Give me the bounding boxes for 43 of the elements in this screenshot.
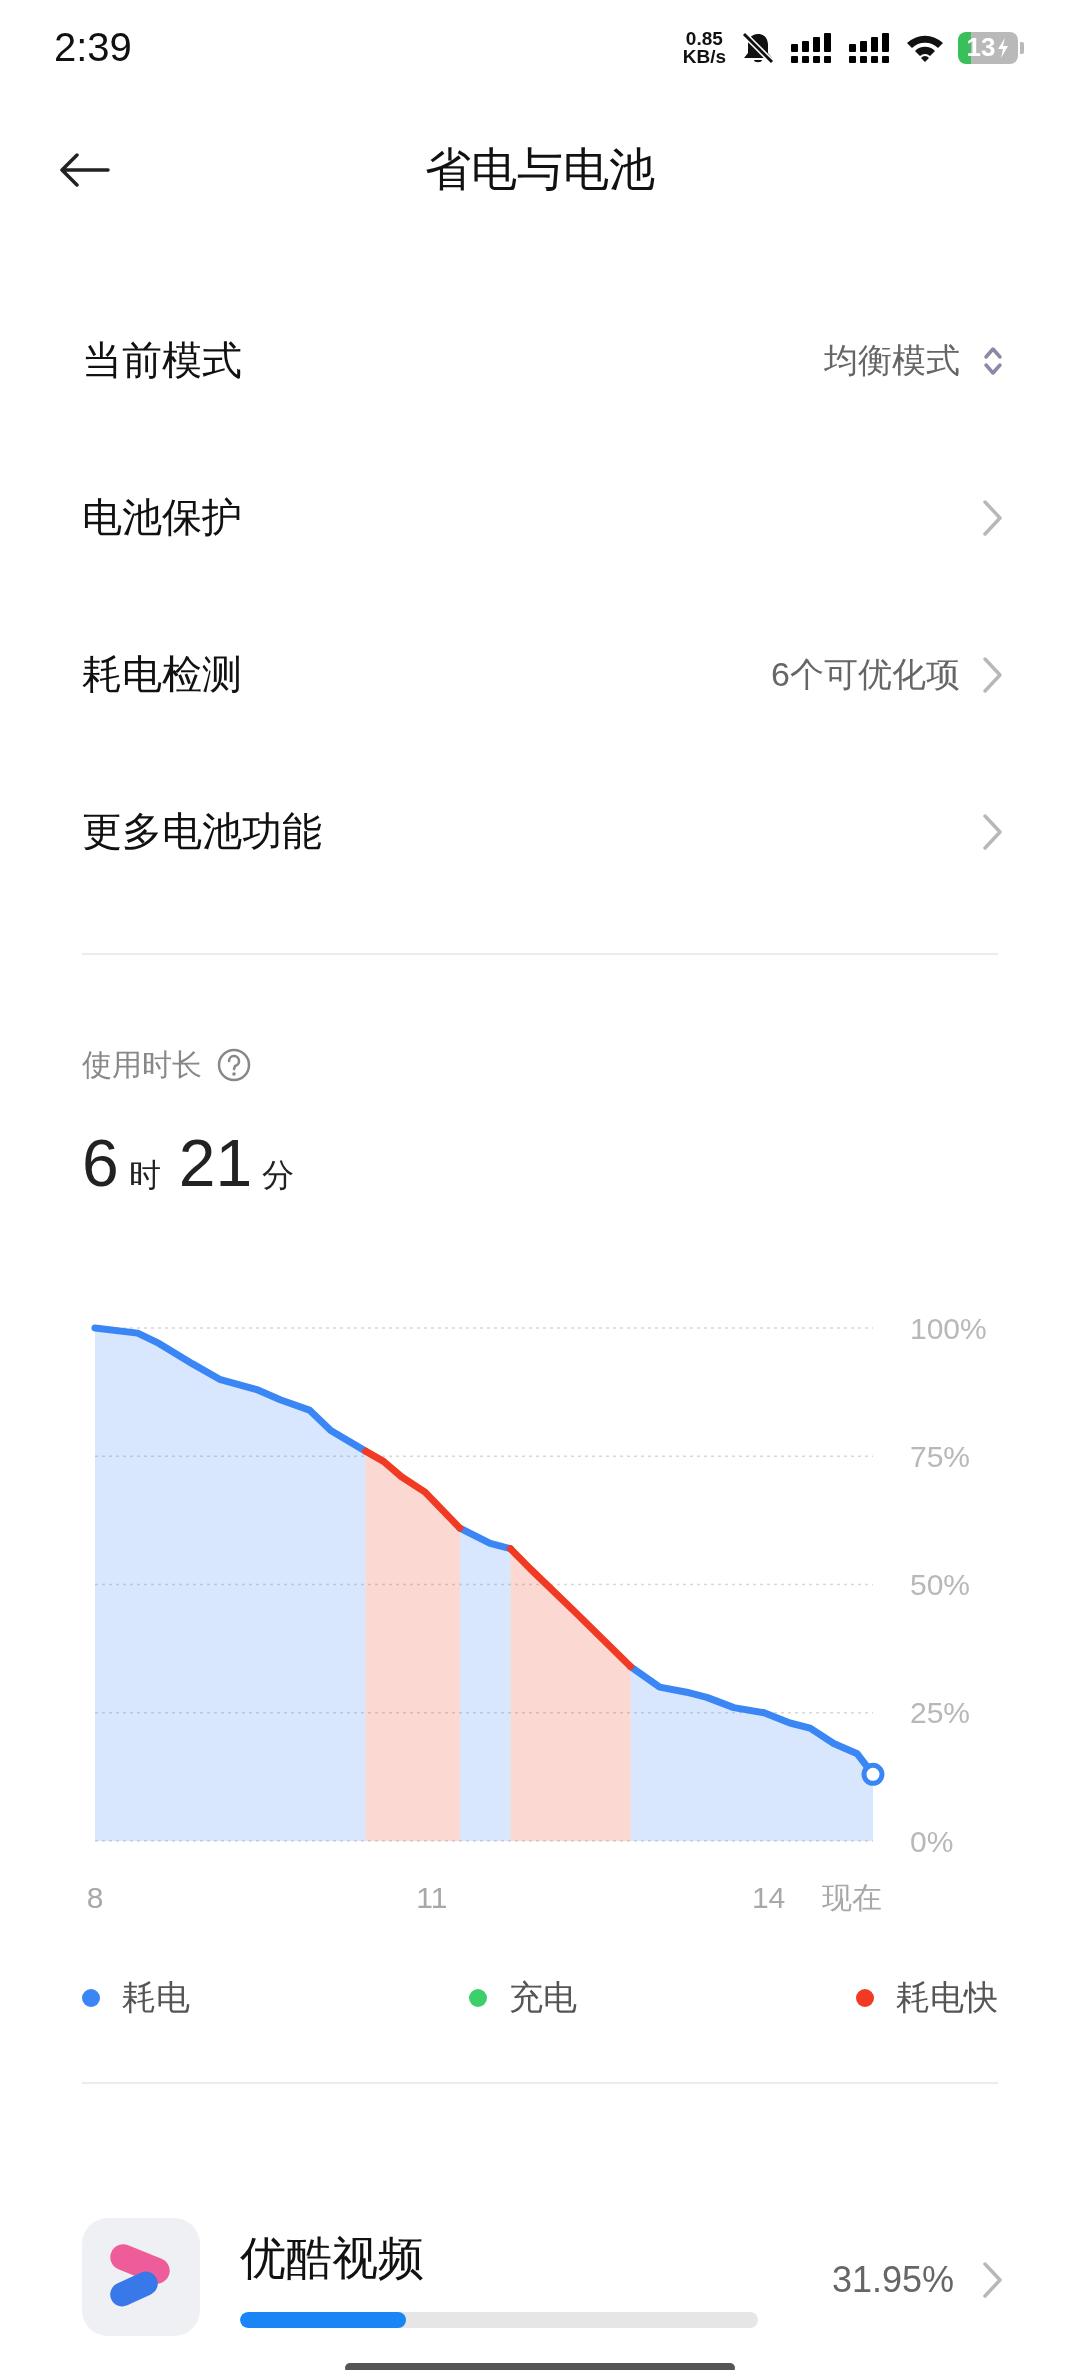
- chevron-right-icon: [982, 2261, 1004, 2299]
- x-axis-label: 14: [751, 1880, 786, 1914]
- page-title: 省电与电池: [425, 143, 655, 195]
- y-axis-label: 25%: [910, 1696, 971, 1730]
- legend-label: 充电: [509, 1977, 577, 2018]
- y-axis-label: 50%: [910, 1568, 971, 1601]
- app-name: 优酷视频: [240, 2231, 425, 2286]
- duration-unit: 时: [128, 1156, 161, 1195]
- network-speed-unit: KB/s: [682, 47, 726, 66]
- chevron-right-icon: [982, 812, 1004, 851]
- setting-label: 耗电检测: [82, 651, 242, 698]
- duration-value: 6: [82, 1125, 119, 1201]
- setting-label: 当前模式: [82, 337, 242, 384]
- setting-label: 电池保护: [82, 494, 242, 541]
- y-axis-label: 100%: [910, 1311, 987, 1345]
- setting-value: 均衡模式: [824, 339, 960, 381]
- help-icon[interactable]: [216, 1047, 252, 1083]
- duration-value: 21: [178, 1125, 253, 1201]
- x-axis-label: 11: [416, 1880, 448, 1914]
- chevron-right-icon: [982, 498, 1004, 537]
- network-speed-value: 0.85: [685, 29, 723, 48]
- usage-percentage: 31.95%: [831, 2259, 954, 2301]
- y-axis-label: 75%: [910, 1439, 971, 1473]
- settings-row[interactable]: 耗电检测 6个可优化项: [0, 596, 1080, 753]
- settings-row[interactable]: 电池保护: [0, 439, 1080, 596]
- x-axis-label: 8: [86, 1880, 104, 1914]
- usage-label: 使用时长: [82, 1046, 202, 1083]
- signal-icon: [848, 31, 892, 64]
- setting-value: 6个可优化项: [771, 653, 960, 695]
- duration-unit: 分: [262, 1156, 295, 1195]
- clock-time: 2:39: [54, 25, 132, 70]
- chevron-right-icon: [982, 655, 1004, 694]
- app-icon: [82, 2218, 200, 2336]
- settings-row[interactable]: 更多电池功能: [0, 753, 1080, 910]
- current-point-marker: [861, 1762, 885, 1786]
- app-usage-row[interactable]: 优酷视频 31.95%: [82, 2218, 1004, 2336]
- y-axis-label: 0%: [910, 1824, 954, 1858]
- signal-icon: [790, 31, 834, 64]
- setting-label: 更多电池功能: [82, 808, 322, 855]
- legend-label: 耗电快: [896, 1977, 998, 2018]
- settings-row[interactable]: 当前模式 均衡模式: [0, 282, 1080, 439]
- legend-label: 耗电: [122, 1977, 190, 2018]
- now-label: 现在: [822, 1880, 882, 1914]
